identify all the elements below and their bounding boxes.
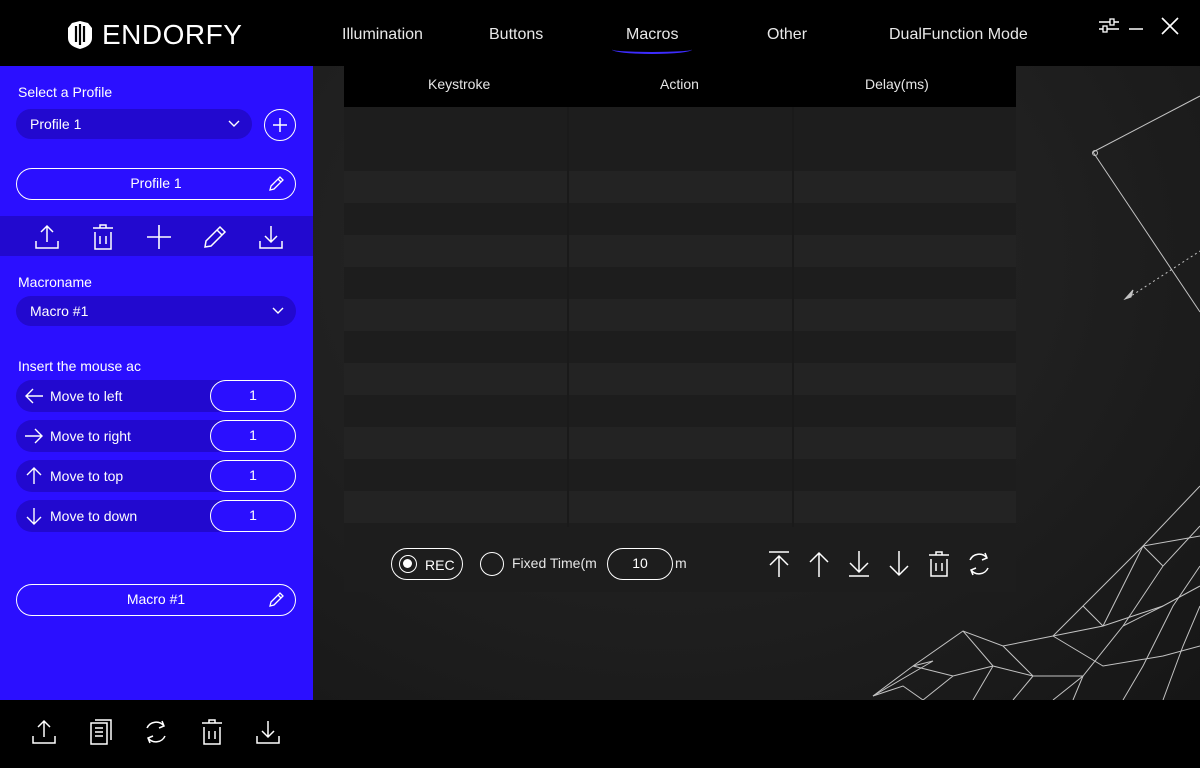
- tab-dualfunction-mode[interactable]: DualFunction Mode: [889, 26, 1028, 44]
- macro-events-table: Keystroke Action Delay(ms) REC Fixed Tim…: [344, 66, 1016, 592]
- settings-sliders-icon[interactable]: [1097, 16, 1121, 36]
- app-header: ENDORFY Illumination Buttons Macros Othe…: [0, 0, 1200, 66]
- record-dot-icon: [399, 555, 417, 573]
- edit-icon[interactable]: [200, 222, 230, 252]
- mouse-actions-label: Insert the mouse ac: [18, 358, 141, 374]
- macroname-label: Macroname: [18, 274, 92, 290]
- chevron-down-icon: [228, 120, 240, 127]
- move-top-input[interactable]: 1: [210, 460, 296, 492]
- edit-pencil-icon[interactable]: [267, 591, 285, 609]
- move-left-label: Move to left: [50, 388, 123, 404]
- move-top-row[interactable]: Move to top 1: [16, 460, 296, 492]
- macro-main-area: Keystroke Action Delay(ms) REC Fixed Tim…: [313, 66, 1200, 700]
- arrow-up-icon: [26, 467, 42, 484]
- macro-name: Macro #1: [126, 591, 186, 607]
- tab-illumination[interactable]: Illumination: [342, 26, 423, 44]
- add-icon[interactable]: [144, 222, 174, 252]
- main-nav: Illumination Buttons Macros Other DualFu…: [0, 26, 1200, 54]
- delete-icon[interactable]: [88, 222, 118, 252]
- refresh-icon[interactable]: [140, 716, 172, 748]
- col-action: Action: [660, 76, 699, 92]
- tab-buttons[interactable]: Buttons: [489, 26, 543, 44]
- select-profile-label: Select a Profile: [18, 84, 113, 100]
- move-left-input[interactable]: 1: [210, 380, 296, 412]
- table-row[interactable]: [344, 107, 1016, 139]
- table-row[interactable]: [344, 491, 1016, 523]
- tab-other[interactable]: Other: [767, 26, 807, 44]
- profile-name-field[interactable]: Profile 1: [16, 168, 296, 200]
- fixed-time-label: Fixed Time(m: [512, 555, 597, 571]
- col-keystroke: Keystroke: [428, 76, 491, 92]
- import-icon[interactable]: [252, 716, 284, 748]
- chevron-down-icon: [272, 307, 284, 314]
- profile-select[interactable]: Profile 1: [16, 109, 252, 139]
- macro-select[interactable]: Macro #1: [16, 296, 296, 326]
- delete-event-icon[interactable]: [925, 550, 953, 578]
- table-row[interactable]: [344, 171, 1016, 203]
- tab-macros[interactable]: Macros: [611, 26, 694, 54]
- profile-select-value: Profile 1: [30, 116, 82, 132]
- column-divider: [567, 107, 569, 527]
- arrow-left-icon: [25, 388, 43, 404]
- move-right-input[interactable]: 1: [210, 420, 296, 452]
- table-row[interactable]: [344, 299, 1016, 331]
- add-profile-button[interactable]: [264, 109, 296, 141]
- move-to-bottom-icon[interactable]: [845, 550, 873, 578]
- move-down-icon[interactable]: [885, 550, 913, 578]
- rec-button[interactable]: REC: [391, 548, 463, 580]
- bottom-toolbar: [0, 700, 1200, 768]
- table-header: Keystroke Action Delay(ms): [344, 66, 1016, 107]
- move-left-row[interactable]: Move to left 1: [16, 380, 296, 412]
- macro-name-field[interactable]: Macro #1: [16, 584, 296, 616]
- arrow-right-icon: [25, 428, 43, 444]
- table-row[interactable]: [344, 363, 1016, 395]
- minimize-icon[interactable]: [1128, 18, 1144, 34]
- export-icon[interactable]: [28, 716, 60, 748]
- arrow-down-icon: [26, 508, 42, 525]
- delete-icon[interactable]: [196, 716, 228, 748]
- col-delay: Delay(ms): [865, 76, 929, 92]
- move-down-label: Move to down: [50, 508, 138, 524]
- plus-icon: [273, 118, 287, 132]
- document-icon[interactable]: [84, 716, 116, 748]
- move-to-top-icon[interactable]: [765, 550, 793, 578]
- edit-pencil-icon[interactable]: [267, 175, 285, 193]
- table-row[interactable]: [344, 427, 1016, 459]
- move-right-row[interactable]: Move to right 1: [16, 420, 296, 452]
- macro-select-value: Macro #1: [30, 303, 89, 319]
- move-up-icon[interactable]: [805, 550, 833, 578]
- fixed-time-input[interactable]: 10: [607, 548, 673, 580]
- profile-name: Profile 1: [130, 175, 182, 191]
- refresh-icon[interactable]: [965, 550, 993, 578]
- rec-label: REC: [425, 557, 455, 573]
- table-row[interactable]: [344, 235, 1016, 267]
- move-down-row[interactable]: Move to down 1: [16, 500, 296, 532]
- move-right-label: Move to right: [50, 428, 131, 444]
- export-icon[interactable]: [32, 222, 62, 252]
- import-icon[interactable]: [256, 222, 286, 252]
- fixed-time-radio[interactable]: [480, 552, 504, 576]
- move-top-label: Move to top: [50, 468, 124, 484]
- column-divider: [792, 107, 794, 527]
- close-icon[interactable]: [1160, 16, 1180, 36]
- move-down-input[interactable]: 1: [210, 500, 296, 532]
- profile-toolbar: [0, 216, 313, 256]
- sidebar: Select a Profile Profile 1 Profile 1 Mac…: [0, 66, 313, 700]
- fixed-time-unit: m: [675, 555, 687, 571]
